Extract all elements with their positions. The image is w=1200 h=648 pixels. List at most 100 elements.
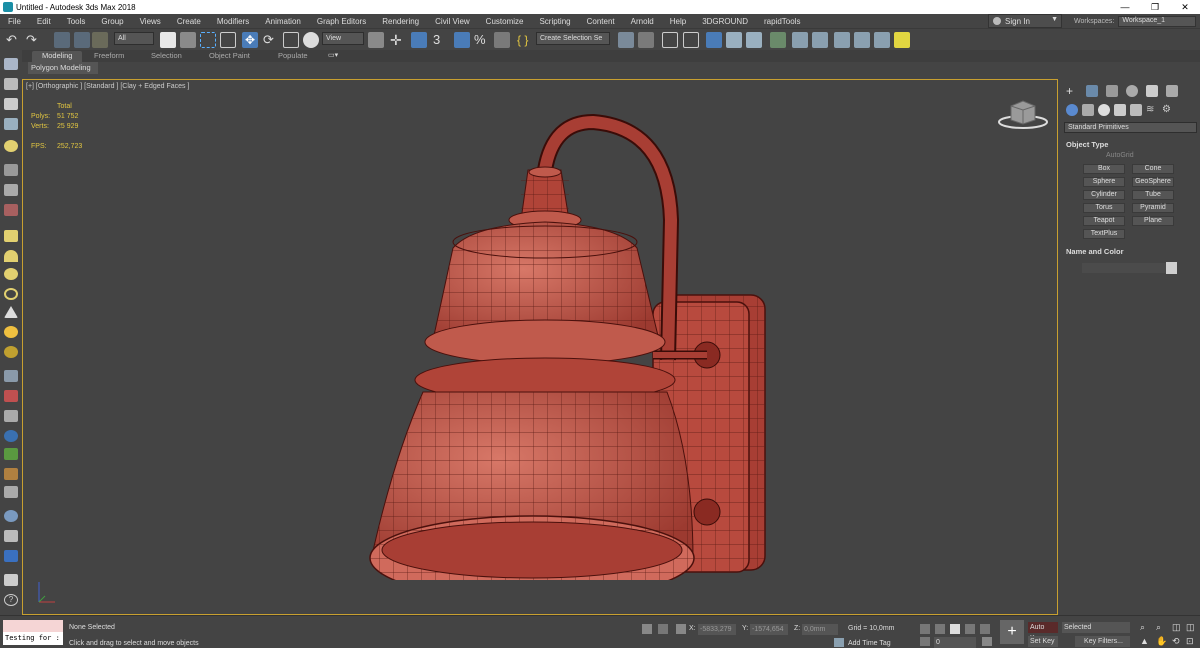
x-coordinate-field[interactable]: -5833,279 (698, 624, 736, 635)
cameras-icon[interactable] (1114, 104, 1126, 116)
absolute-mode-icon[interactable] (676, 624, 686, 634)
object-name-field[interactable] (1082, 263, 1166, 273)
viewport-layout-icon[interactable] (4, 58, 18, 70)
helpers-icon[interactable] (1130, 104, 1142, 116)
tab-populate[interactable]: Populate (278, 51, 308, 62)
percent-snap-icon[interactable]: % (474, 32, 490, 48)
name-and-color-header[interactable]: Name and Color (1066, 247, 1124, 256)
zoom-icon[interactable]: ⌕ (1140, 622, 1145, 633)
auto-key-button[interactable]: Auto Key (1028, 622, 1058, 642)
layers-icon[interactable] (4, 118, 18, 130)
redo-icon[interactable]: ↷ (26, 32, 42, 48)
align-icon[interactable] (638, 32, 654, 48)
scene-explorer-icon[interactable] (683, 32, 699, 48)
menu-tools[interactable]: Tools (59, 17, 94, 26)
helper-icon[interactable] (4, 184, 18, 196)
maximize-button[interactable]: ❐ (1140, 0, 1170, 14)
menu-3dground[interactable]: 3DGROUND (694, 17, 756, 26)
bones-icon[interactable] (4, 410, 18, 422)
menu-file[interactable]: File (0, 17, 29, 26)
menu-views[interactable]: Views (132, 17, 169, 26)
select-manipulate-icon[interactable]: ✛ (390, 32, 406, 48)
help-icon[interactable]: ? (4, 594, 18, 606)
cone-button[interactable]: Cone (1132, 164, 1174, 174)
time-tag-icon[interactable] (834, 638, 844, 647)
selection-filter-dropdown[interactable]: All (114, 32, 154, 45)
gold-sphere-icon[interactable] (4, 346, 18, 358)
polygon-modeling-panel[interactable]: Polygon Modeling (28, 62, 98, 74)
script-icon[interactable] (4, 486, 18, 498)
goto-start-icon[interactable] (920, 624, 930, 634)
textplus-button[interactable]: TextPlus (1083, 229, 1125, 239)
cylinder-button[interactable]: Cylinder (1083, 190, 1125, 200)
schematic-view-icon[interactable] (746, 32, 762, 48)
render-setup-icon[interactable] (792, 32, 808, 48)
menu-rendering[interactable]: Rendering (374, 17, 427, 26)
play-icon[interactable] (950, 624, 960, 634)
autogrid-checkbox[interactable]: AutoGrid (1106, 152, 1134, 159)
maxscript-listener[interactable]: Testing for : (3, 620, 63, 645)
next-frame-icon[interactable] (965, 624, 975, 634)
gear-icon[interactable] (4, 204, 18, 216)
snaps-toggle-icon[interactable]: 3 (433, 32, 449, 48)
sign-in-dropdown[interactable]: Sign In ▼ (988, 14, 1062, 28)
camera-icon[interactable] (4, 164, 18, 176)
tab-freeform[interactable]: Freeform (94, 51, 124, 62)
pan-icon[interactable]: ✋ (1156, 636, 1167, 647)
create-tab-icon[interactable]: + (1066, 85, 1078, 97)
display-tab-icon[interactable] (1146, 85, 1158, 97)
workspace-dropdown[interactable]: Workspace_1 (1118, 15, 1197, 27)
material-sphere-icon[interactable] (4, 510, 18, 522)
modify-tab-icon[interactable] (1086, 85, 1098, 97)
menu-help[interactable]: Help (662, 17, 694, 26)
menu-modifiers[interactable]: Modifiers (209, 17, 257, 26)
horse-icon[interactable] (4, 468, 18, 480)
plane-button[interactable]: Plane (1132, 216, 1174, 226)
tab-selection[interactable]: Selection (151, 51, 182, 62)
key-mode-icon[interactable] (920, 637, 930, 646)
torus-button[interactable]: Torus (1083, 203, 1125, 213)
rotate-icon[interactable]: ⟳ (263, 32, 279, 48)
menu-content[interactable]: Content (579, 17, 623, 26)
orbit-icon[interactable]: ⟲ (1172, 636, 1180, 647)
material-editor-icon[interactable] (770, 32, 786, 48)
render-production-icon[interactable] (834, 32, 850, 48)
rendered-frame-icon[interactable] (812, 32, 828, 48)
scene-list-icon[interactable] (4, 98, 18, 110)
create-selection-set-dropdown[interactable]: Create Selection Se (536, 32, 610, 45)
viewport-orthographic[interactable]: [+] [Orthographic ] [Standard ] [Clay + … (22, 79, 1058, 615)
effects-icon[interactable] (4, 550, 18, 562)
pyramid-button[interactable]: Pyramid (1132, 203, 1174, 213)
time-config-icon[interactable] (982, 637, 992, 646)
box-button[interactable]: Box (1083, 164, 1125, 174)
maxscript-input[interactable]: Testing for : (5, 634, 60, 642)
scale-icon[interactable] (283, 32, 299, 48)
menu-graph-editors[interactable]: Graph Editors (309, 17, 374, 26)
object-color-swatch[interactable] (1166, 262, 1177, 274)
display-icon[interactable] (4, 574, 18, 586)
object-type-header[interactable]: Object Type (1066, 140, 1108, 149)
hierarchy-tab-icon[interactable] (1106, 85, 1118, 97)
keyboard-shortcut-icon[interactable] (411, 32, 427, 48)
sun-icon[interactable] (4, 326, 18, 338)
close-button[interactable]: ✕ (1170, 0, 1200, 14)
viewcube-icon[interactable] (997, 98, 1049, 130)
menu-scripting[interactable]: Scripting (531, 17, 578, 26)
toggle-ribbon-icon[interactable] (706, 32, 722, 48)
geosphere-button[interactable]: GeoSphere (1132, 177, 1174, 187)
ribbon-options-icon[interactable]: ▭▾ (328, 51, 338, 59)
link-icon[interactable] (54, 32, 70, 48)
wall-lamp-model[interactable] (323, 110, 783, 580)
menu-rapidtools[interactable]: rapidTools (756, 17, 808, 26)
sphere-button[interactable]: Sphere (1083, 177, 1125, 187)
isolate-icon[interactable] (658, 624, 668, 634)
plant-icon[interactable] (4, 448, 18, 460)
shapes-icon[interactable] (1082, 104, 1094, 116)
current-frame-field[interactable]: 0 (934, 637, 976, 648)
tab-modeling[interactable]: Modeling (32, 51, 83, 62)
mirror-icon[interactable] (618, 32, 634, 48)
brush-icon[interactable] (4, 390, 18, 402)
zoom-extents-icon[interactable]: ◫ (1172, 622, 1181, 633)
menu-edit[interactable]: Edit (29, 17, 59, 26)
add-time-tag[interactable]: Add Time Tag (848, 640, 891, 647)
